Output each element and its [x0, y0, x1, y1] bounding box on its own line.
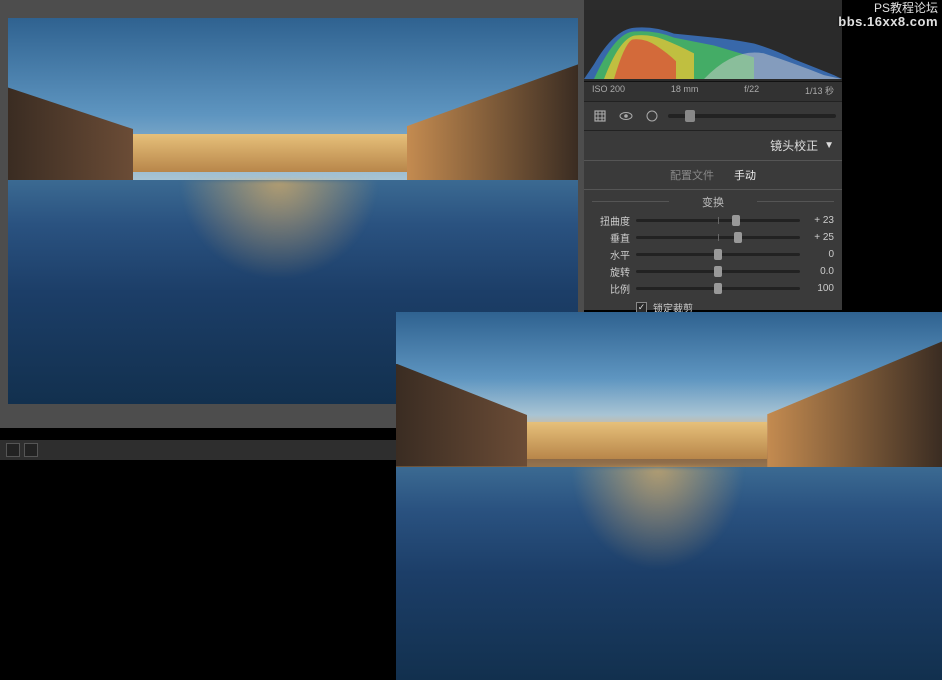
filmstrip-toolbar [0, 440, 400, 460]
circle-tool-icon[interactable] [642, 106, 662, 126]
slider-vertical-handle[interactable] [734, 232, 742, 243]
slider-horizontal-label: 水平 [592, 247, 630, 262]
histogram-header [584, 0, 842, 10]
meta-iso: ISO 200 [592, 84, 625, 97]
panel-title: 镜头校正 [770, 137, 818, 154]
section-transform: 变换 [584, 190, 842, 212]
meta-focal: 18 mm [671, 84, 699, 97]
tool-slider-handle[interactable] [685, 110, 695, 122]
watermark-line2: bbs.16xx8.com [838, 15, 938, 28]
filmstrip-grid-icon[interactable] [6, 443, 20, 457]
slider-horizontal-handle[interactable] [714, 249, 722, 260]
panel-collapse-icon[interactable]: ▼ [824, 140, 834, 151]
slider-scale: 比例 100 [584, 280, 842, 297]
slider-rotate-handle[interactable] [714, 266, 722, 277]
meta-shutter: 1/13 秒 [805, 84, 834, 97]
slider-vertical-value[interactable]: + 25 [806, 232, 834, 243]
slider-vertical-track[interactable] [636, 236, 800, 239]
slider-distortion-label: 扭曲度 [592, 213, 630, 228]
tool-slider[interactable] [668, 114, 836, 118]
histogram-meta: ISO 200 18 mm f/22 1/13 秒 [584, 82, 842, 102]
slider-distortion-handle[interactable] [732, 215, 740, 226]
tab-manual[interactable]: 手动 [730, 165, 760, 185]
histogram[interactable] [584, 10, 842, 82]
watermark: PS教程论坛 bbs.16xx8.com [838, 2, 938, 28]
photo-reflection [179, 180, 379, 280]
slider-distortion: 扭曲度 + 23 [584, 212, 842, 229]
slider-scale-handle[interactable] [714, 283, 722, 294]
slider-horizontal-value[interactable]: 0 [806, 249, 834, 260]
slider-scale-track[interactable] [636, 287, 800, 290]
filmstrip-compare-icon[interactable] [24, 443, 38, 457]
tab-profile[interactable]: 配置文件 [666, 165, 718, 185]
slider-scale-value[interactable]: 100 [806, 283, 834, 294]
slider-distortion-track[interactable] [636, 219, 800, 222]
slider-horizontal: 水平 0 [584, 246, 842, 263]
slider-distortion-value[interactable]: + 23 [806, 215, 834, 226]
slider-rotate-value[interactable]: 0.0 [806, 266, 834, 277]
lens-tabs: 配置文件 手动 [584, 161, 842, 190]
filmstrip-area [0, 460, 400, 680]
tool-row [584, 102, 842, 131]
photo-bridge [133, 134, 407, 173]
slider-rotate-track[interactable] [636, 270, 800, 273]
crop-tool-icon[interactable] [590, 106, 610, 126]
result-photo [396, 312, 942, 680]
eye-tool-icon[interactable] [616, 106, 636, 126]
meta-aperture: f/22 [744, 84, 759, 97]
slider-vertical-label: 垂直 [592, 230, 630, 245]
slider-vertical: 垂直 + 25 [584, 229, 842, 246]
slider-rotate-label: 旋转 [592, 264, 630, 279]
develop-panel: ISO 200 18 mm f/22 1/13 秒 镜头校正 ▼ 配置文件 手动… [584, 0, 842, 310]
slider-horizontal-track[interactable] [636, 253, 800, 256]
panel-title-row[interactable]: 镜头校正 ▼ [584, 131, 842, 161]
slider-rotate: 旋转 0.0 [584, 263, 842, 280]
slider-scale-label: 比例 [592, 281, 630, 296]
